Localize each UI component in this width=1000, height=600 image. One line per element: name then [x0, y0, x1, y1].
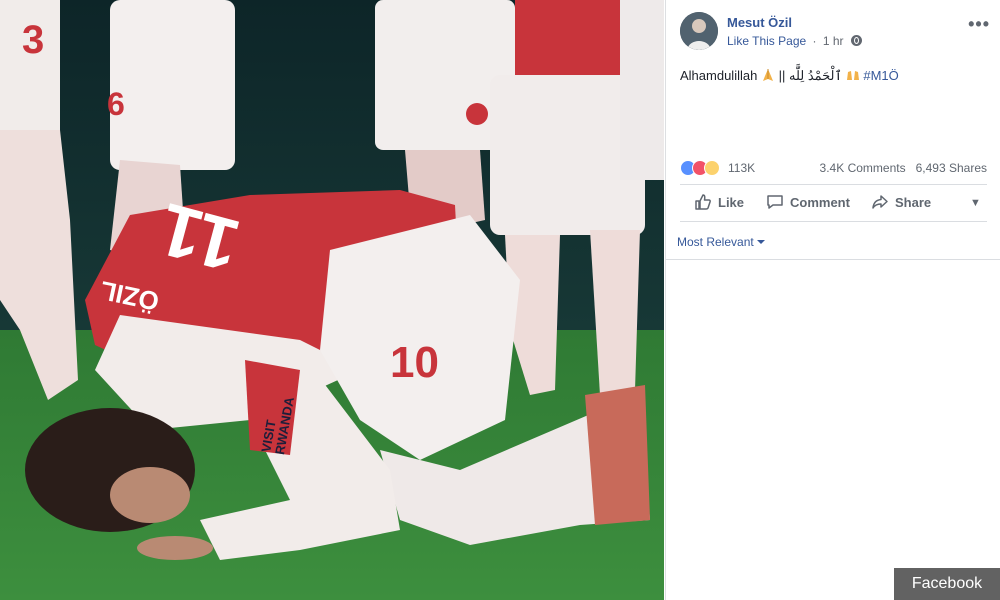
sock-number-left: 3 [22, 18, 45, 62]
sock-number-right: 6 [107, 86, 125, 122]
comment-sort-dropdown[interactable]: Most Relevant [677, 235, 765, 249]
post-text-arabic: ٱلْحَمْدُ لِلَّٰه [788, 68, 843, 83]
globe-icon [850, 35, 862, 46]
profile-picture [680, 12, 718, 50]
post-photo[interactable]: ÖZIL 11 10 VISIT RWANDA 3 6 [0, 0, 664, 600]
engagement-counts: 3.4K Comments 6,493 Shares [820, 161, 987, 175]
post-panel: Mesut Özil Like This Page · 1 hr ••• Alh… [665, 0, 1000, 600]
action-bar: Like Comment Share ▼ [680, 186, 987, 220]
share-count[interactable]: 6,493 Shares [916, 161, 987, 175]
like-page-link[interactable]: Like This Page [727, 34, 806, 48]
praying-hands-icon [762, 69, 773, 81]
post-text-main: Alhamdulillah [680, 68, 758, 83]
shorts-number: 10 [390, 338, 439, 387]
divider [680, 184, 987, 185]
hashtag-link[interactable]: #M1Ö [863, 68, 898, 83]
like-label: Like [718, 195, 745, 210]
like-button[interactable]: Like [694, 186, 744, 220]
raised-hands-icon [846, 71, 859, 80]
more-options-icon[interactable]: ••• [968, 14, 990, 35]
divider [666, 259, 1000, 260]
page-name[interactable]: Mesut Özil [727, 15, 792, 30]
comment-label: Comment [790, 195, 850, 210]
share-icon [872, 195, 888, 209]
post-text-separator: || [778, 68, 786, 83]
reaction-icons[interactable] [680, 160, 728, 176]
post-text: Alhamdulillah || ٱلْحَمْدُ لِلَّٰه #M1Ö [680, 68, 899, 84]
comment-sort-label: Most Relevant [677, 235, 754, 249]
post-time[interactable]: 1 hr [823, 34, 844, 48]
avatar[interactable] [680, 12, 718, 50]
reaction-count[interactable]: 113K [728, 161, 755, 175]
post-header: Mesut Özil Like This Page · 1 hr ••• [680, 12, 990, 52]
thumbs-up-icon [695, 194, 711, 210]
divider [680, 221, 987, 222]
wow-reaction-icon [704, 160, 720, 176]
comment-button[interactable]: Comment [766, 186, 850, 220]
facebook-watermark: Facebook [894, 568, 1000, 600]
share-button[interactable]: Share [871, 186, 931, 220]
comment-count[interactable]: 3.4K Comments [820, 161, 906, 175]
caret-down-icon [756, 240, 765, 244]
meta-separator: · [812, 34, 817, 48]
reactions-bar: 113K 3.4K Comments 6,493 Shares [680, 160, 987, 178]
comment-icon [767, 195, 783, 209]
post-meta: Like This Page · 1 hr [727, 34, 862, 48]
share-options-chevron-down-icon[interactable]: ▼ [970, 186, 981, 220]
share-label: Share [895, 195, 932, 210]
